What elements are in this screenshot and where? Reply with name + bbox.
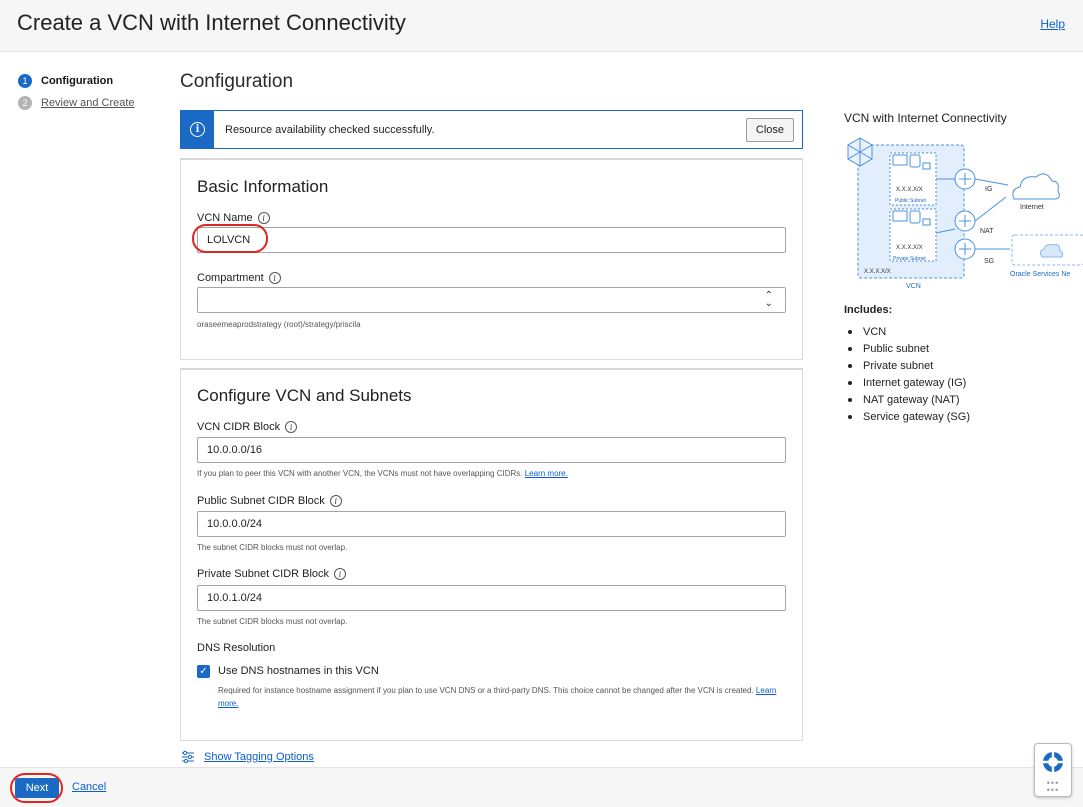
configure-vcn-card: Configure VCN and Subnets VCN CIDR Block… bbox=[180, 368, 803, 741]
step-review-and-create[interactable]: 2 Review and Create bbox=[18, 92, 135, 114]
info-icon[interactable]: i bbox=[268, 272, 281, 284]
list-item-text: Internet gateway (IG) bbox=[863, 376, 967, 389]
dns-hostnames-label: Use DNS hostnames in this VCN bbox=[218, 665, 379, 677]
configure-vcn-heading: Configure VCN and Subnets bbox=[197, 386, 412, 405]
close-banner-button[interactable]: Close bbox=[745, 117, 794, 142]
list-item: Private subnet bbox=[848, 357, 970, 374]
help-link[interactable]: Help bbox=[1040, 17, 1065, 31]
info-icon[interactable]: i bbox=[334, 568, 347, 580]
oracle-services-label: Oracle Services Ne bbox=[1010, 271, 1070, 278]
wizard-steps: 1 Configuration 2 Review and Create bbox=[18, 70, 135, 114]
step-label: Configuration bbox=[41, 75, 114, 87]
step-number: 1 bbox=[18, 74, 32, 88]
list-item: Internet gateway (IG) bbox=[848, 374, 970, 391]
internet-cloud-icon bbox=[1012, 173, 1060, 200]
info-banner-icon-area: i bbox=[181, 111, 214, 148]
private-subnet-label: Private Subnet CIDR Block i bbox=[197, 568, 347, 580]
public-subnet-hint: The subnet CIDR blocks must not overlap. bbox=[197, 543, 348, 552]
includes-list: VCN Public subnet Private subnet Interne… bbox=[848, 323, 970, 425]
show-tagging-options[interactable]: Show Tagging Options bbox=[181, 750, 314, 764]
dns-hint-text: Required for instance hostname assignmen… bbox=[218, 686, 754, 695]
nat-label: NAT bbox=[980, 228, 994, 235]
info-icon[interactable]: i bbox=[257, 212, 270, 224]
learn-more-link[interactable]: Learn more. bbox=[525, 469, 568, 478]
list-item-text: VCN bbox=[863, 325, 887, 338]
internet-label: Internet bbox=[1020, 204, 1044, 211]
ig-label: IG bbox=[985, 186, 992, 193]
info-icon[interactable]: i bbox=[285, 421, 298, 433]
compartment-label: Compartment i bbox=[197, 272, 281, 284]
dns-hostnames-checkbox[interactable]: ✓ bbox=[197, 665, 210, 678]
list-item-text: Private subnet bbox=[863, 359, 934, 372]
includes-title: Includes: bbox=[844, 304, 893, 316]
compartment-label-text: Compartment bbox=[197, 272, 264, 284]
step-number: 2 bbox=[18, 96, 32, 110]
vcn-cidr-input[interactable]: 10.0.0.0/16 bbox=[197, 437, 786, 463]
vcn-name-input[interactable]: LOLVCN bbox=[197, 227, 786, 253]
section-title: Configuration bbox=[180, 71, 294, 92]
private-subnet-hint: The subnet CIDR blocks must not overlap. bbox=[197, 617, 348, 626]
page-title: Create a VCN with Internet Connectivity bbox=[17, 10, 406, 35]
public-subnet-diagram-label: Public Subnet bbox=[895, 198, 926, 204]
public-subnet-value: 10.0.0.0/24 bbox=[207, 518, 263, 530]
show-tagging-options-link[interactable]: Show Tagging Options bbox=[204, 751, 314, 763]
vcn-cidr-label-text: VCN CIDR Block bbox=[197, 421, 281, 433]
lifebuoy-icon bbox=[1043, 752, 1063, 772]
next-button[interactable]: Next bbox=[15, 778, 59, 798]
vcn-cidr-diagram: X.X.X.X/X bbox=[864, 269, 891, 275]
dns-hint: Required for instance hostname assignmen… bbox=[218, 684, 778, 710]
info-banner-message: Resource availability checked successful… bbox=[225, 123, 435, 136]
info-icon[interactable]: i bbox=[329, 495, 342, 507]
private-subnet-value: 10.0.1.0/24 bbox=[207, 592, 263, 604]
list-item-text: Public subnet bbox=[863, 342, 930, 355]
list-item-text: Service gateway (SG) bbox=[863, 410, 970, 423]
private-subnet-input[interactable]: 10.0.1.0/24 bbox=[197, 585, 786, 611]
page-header: Create a VCN with Internet Connectivity … bbox=[0, 0, 1083, 52]
info-icon: i bbox=[190, 122, 205, 137]
dns-resolution-label: DNS Resolution bbox=[197, 642, 276, 654]
sliders-icon bbox=[182, 750, 194, 764]
select-arrows-icon: ⌃ ⌄ bbox=[764, 290, 773, 309]
compartment-path: oraseemeaprodstrategy (root)/strategy/pr… bbox=[197, 320, 361, 329]
private-subnet-label-text: Private Subnet CIDR Block bbox=[197, 568, 330, 580]
list-item: Public subnet bbox=[848, 340, 970, 357]
vcn-name-label: VCN Name i bbox=[197, 212, 270, 224]
vcn-diagram: X.X.X.X/X Public Subnet X.X.X.X/X Privat… bbox=[847, 137, 1083, 290]
private-subnet-diagram-label: Private Subnet bbox=[893, 256, 926, 262]
public-subnet-cidr: X.X.X.X/X bbox=[896, 187, 923, 193]
diagram-title: VCN with Internet Connectivity bbox=[844, 111, 1007, 125]
vcn-name-label-text: VCN Name bbox=[197, 212, 253, 224]
step-label: Review and Create bbox=[41, 97, 135, 109]
vcn-cidr-hint: If you plan to peer this VCN with anothe… bbox=[197, 469, 568, 478]
public-subnet-label-text: Public Subnet CIDR Block bbox=[197, 495, 325, 507]
step-configuration[interactable]: 1 Configuration bbox=[18, 70, 135, 92]
cancel-link[interactable]: Cancel bbox=[72, 781, 106, 793]
sg-label: SG bbox=[984, 258, 994, 265]
basic-information-card: Basic Information VCN Name i LOLVCN Comp… bbox=[180, 158, 803, 360]
vcn-cidr-value: 10.0.0.0/16 bbox=[207, 444, 263, 456]
vcn-diagram-label: VCN bbox=[906, 283, 921, 290]
list-item: VCN bbox=[848, 323, 970, 340]
list-item: Service gateway (SG) bbox=[848, 408, 970, 425]
public-subnet-input[interactable]: 10.0.0.0/24 bbox=[197, 511, 786, 537]
vcn-cidr-label: VCN CIDR Block i bbox=[197, 421, 298, 433]
compartment-select[interactable]: ⌃ ⌄ bbox=[197, 287, 786, 313]
public-subnet-label: Public Subnet CIDR Block i bbox=[197, 495, 342, 507]
list-item: NAT gateway (NAT) bbox=[848, 391, 970, 408]
vcn-name-value: LOLVCN bbox=[207, 234, 251, 246]
grip-dots-icon: ••• ••• bbox=[1046, 778, 1060, 795]
basic-information-heading: Basic Information bbox=[197, 177, 329, 196]
info-banner: i Resource availability checked successf… bbox=[180, 110, 803, 149]
help-widget[interactable]: ••• ••• bbox=[1034, 743, 1072, 797]
vcn-cidr-hint-text: If you plan to peer this VCN with anothe… bbox=[197, 469, 523, 478]
page-footer: Next Cancel bbox=[0, 767, 1083, 807]
list-item-text: NAT gateway (NAT) bbox=[863, 393, 960, 406]
private-subnet-cidr: X.X.X.X/X bbox=[896, 245, 923, 251]
